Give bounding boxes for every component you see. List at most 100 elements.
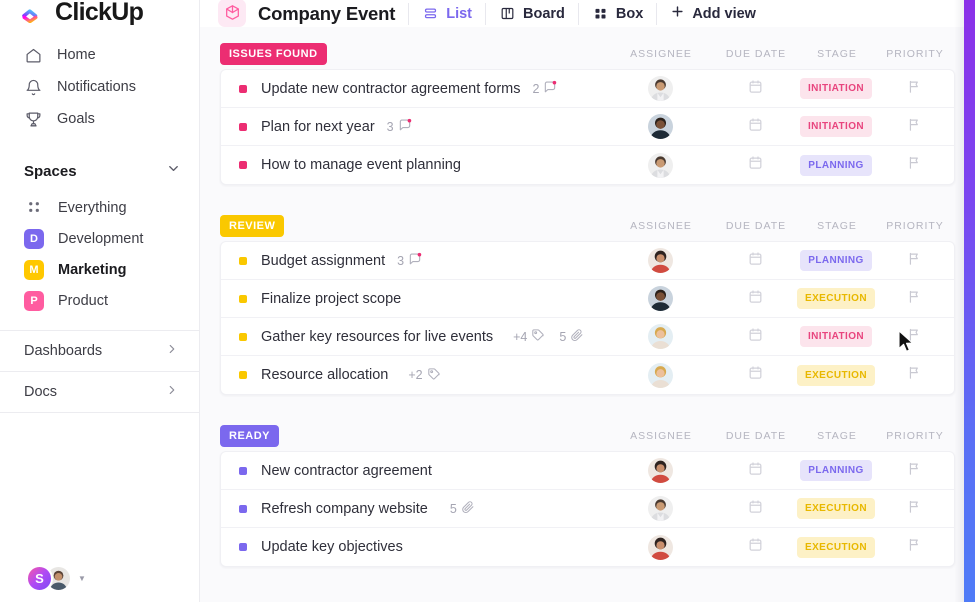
task-name[interactable]: Update new contractor agreement forms (261, 81, 521, 97)
assignee-cell[interactable] (608, 286, 712, 311)
task-row[interactable]: Update key objectives EXECUTION (221, 528, 954, 566)
due-date-cell[interactable] (712, 327, 798, 347)
task-name[interactable]: New contractor agreement (261, 463, 432, 479)
user-account-bar[interactable]: S ▼ (0, 554, 200, 602)
stage-cell[interactable]: EXECUTION (797, 364, 875, 386)
stage-cell[interactable]: PLANNING (798, 250, 874, 271)
column-header-due-date[interactable]: DUE DATE (713, 220, 799, 232)
column-header-stage[interactable]: STAGE (799, 220, 875, 232)
group-status-badge[interactable]: REVIEW (220, 215, 285, 237)
task-row[interactable]: Gather key resources for live events +4 5 I… (221, 318, 954, 356)
column-header-stage[interactable]: STAGE (799, 48, 875, 60)
assignee-cell[interactable] (608, 152, 712, 178)
priority-cell[interactable] (874, 461, 954, 481)
tab-board[interactable]: Board (499, 5, 565, 22)
assignee-cell[interactable] (608, 496, 712, 521)
stage-cell[interactable]: EXECUTION (797, 498, 875, 519)
stage-badge[interactable]: EXECUTION (797, 498, 875, 519)
sidebar-item-marketing[interactable]: M Marketing (0, 254, 199, 285)
caret-down-icon[interactable]: ▼ (78, 574, 86, 583)
due-date-cell[interactable] (712, 117, 798, 137)
avatar[interactable] (647, 114, 673, 139)
task-name[interactable]: Resource allocation (261, 367, 388, 383)
priority-cell[interactable] (874, 499, 954, 519)
attachment-count[interactable]: 5 (559, 328, 584, 345)
stage-badge[interactable]: PLANNING (800, 250, 872, 271)
assignee-cell[interactable] (608, 114, 712, 139)
due-date-cell[interactable] (712, 365, 798, 385)
stage-cell[interactable]: EXECUTION (797, 536, 875, 558)
sidebar-item-product[interactable]: P Product (0, 285, 199, 316)
stage-cell[interactable]: EXECUTION (797, 288, 875, 309)
task-row[interactable]: Refresh company website 5 EXECUTION (221, 490, 954, 528)
task-name[interactable]: Refresh company website (261, 501, 428, 517)
tag-count[interactable]: +2 (408, 367, 440, 384)
assignee-cell[interactable] (608, 248, 712, 273)
assignee-cell[interactable] (608, 362, 712, 388)
tab-box[interactable]: Box (592, 5, 643, 22)
comment-count[interactable]: 3 (397, 252, 422, 269)
comment-count[interactable]: 2 (533, 80, 558, 97)
attachment-count[interactable]: 5 (450, 500, 475, 517)
sidebar-item-notifications[interactable]: Notifications (0, 71, 199, 103)
assignee-cell[interactable] (608, 324, 712, 349)
task-name[interactable]: Plan for next year (261, 119, 375, 135)
sidebar-item-home[interactable]: Home (0, 39, 199, 71)
task-status-dot[interactable] (239, 122, 247, 131)
stage-badge[interactable]: INITIATION (799, 78, 873, 99)
due-date-cell[interactable] (712, 289, 798, 309)
task-row[interactable]: Resource allocation +2 EXECUTION (221, 356, 954, 394)
priority-cell[interactable] (874, 251, 954, 271)
stage-badge[interactable]: INITIATION (799, 326, 873, 347)
task-row[interactable]: How to manage event planning PLANNING (221, 146, 954, 184)
avatar[interactable] (647, 362, 673, 388)
avatar[interactable] (647, 324, 673, 349)
task-status-dot[interactable] (239, 161, 247, 169)
avatar[interactable] (647, 496, 673, 521)
task-status-dot[interactable] (239, 504, 247, 513)
stage-badge[interactable]: EXECUTION (797, 288, 875, 309)
priority-cell[interactable] (874, 79, 954, 99)
task-row[interactable]: Budget assignment 3 PLANNING (221, 242, 954, 280)
task-name[interactable]: Budget assignment (261, 253, 385, 269)
spaces-section-header[interactable]: Spaces (0, 156, 199, 186)
group-status-badge[interactable]: READY (220, 425, 280, 447)
stage-cell[interactable]: PLANNING (798, 154, 874, 176)
sidebar-item-dashboards[interactable]: Dashboards (0, 331, 199, 371)
tag-count[interactable]: +4 (513, 328, 545, 345)
task-status-dot[interactable] (239, 371, 247, 379)
task-row[interactable]: Plan for next year 3 INITIATION (221, 108, 954, 146)
column-header-due-date[interactable]: DUE DATE (713, 48, 799, 60)
brand[interactable]: ClickUp (0, 0, 199, 27)
group-status-badge[interactable]: ISSUES FOUND (220, 43, 327, 65)
avatar[interactable] (647, 534, 673, 560)
column-header-priority[interactable]: PRIORITY (875, 430, 955, 442)
task-status-dot[interactable] (239, 294, 247, 303)
priority-cell[interactable] (874, 155, 954, 175)
stage-cell[interactable]: INITIATION (798, 326, 874, 347)
priority-cell[interactable] (874, 537, 954, 557)
due-date-cell[interactable] (712, 461, 798, 481)
sidebar-item-docs[interactable]: Docs (0, 372, 199, 412)
assignee-cell[interactable] (608, 76, 712, 101)
stage-badge[interactable]: EXECUTION (797, 364, 875, 386)
comment-count[interactable]: 3 (387, 118, 412, 135)
priority-cell[interactable] (874, 327, 954, 347)
column-header-assignee[interactable]: ASSIGNEE (609, 48, 713, 60)
stage-badge[interactable]: PLANNING (800, 460, 872, 481)
column-header-stage[interactable]: STAGE (799, 430, 875, 442)
avatar[interactable] (647, 458, 673, 483)
chevron-down-icon[interactable] (166, 161, 181, 181)
column-header-assignee[interactable]: ASSIGNEE (609, 430, 713, 442)
avatar[interactable] (647, 286, 673, 311)
task-row[interactable]: New contractor agreement PLANNING (221, 452, 954, 490)
column-header-due-date[interactable]: DUE DATE (713, 430, 799, 442)
stage-badge[interactable]: INITIATION (799, 116, 873, 137)
task-status-dot[interactable] (239, 256, 247, 265)
task-name[interactable]: Update key objectives (261, 539, 403, 555)
workspace-avatar[interactable]: S (26, 564, 53, 592)
avatar[interactable] (647, 76, 673, 101)
priority-cell[interactable] (874, 289, 954, 309)
stage-cell[interactable]: INITIATION (798, 116, 874, 137)
task-status-dot[interactable] (239, 466, 247, 475)
